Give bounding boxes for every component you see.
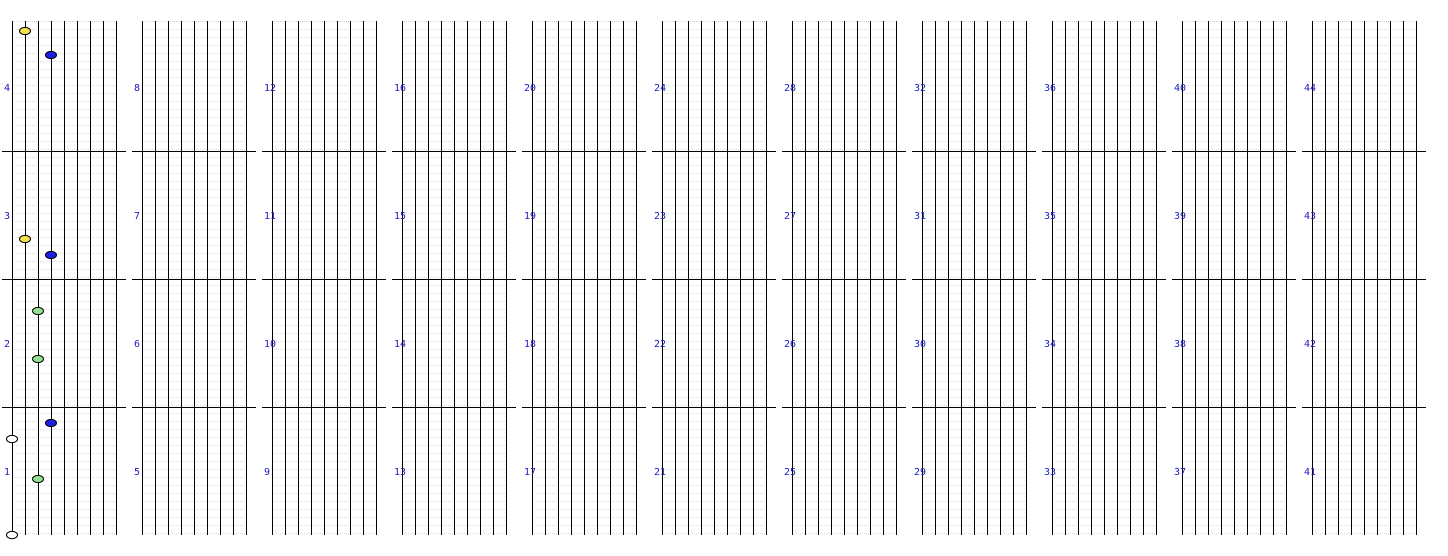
measure-number: 22 <box>654 339 666 350</box>
measure-number: 27 <box>784 211 796 222</box>
measure-number: 35 <box>1044 211 1056 222</box>
measure-number: 11 <box>264 211 276 222</box>
note <box>19 234 31 244</box>
measure-number: 19 <box>524 211 536 222</box>
measure-number: 37 <box>1174 467 1186 478</box>
chart-column: 9 10 11 12 <box>262 21 386 535</box>
measure-number: 18 <box>524 339 536 350</box>
measure-number: 16 <box>394 83 406 94</box>
measure-number: 4 <box>4 83 10 94</box>
measure-number: 40 <box>1174 83 1186 94</box>
measure-number: 26 <box>784 339 796 350</box>
measure-number: 15 <box>394 211 406 222</box>
note <box>45 250 57 260</box>
measure-number: 5 <box>134 467 140 478</box>
measure-number: 43 <box>1304 211 1316 222</box>
measure-number: 20 <box>524 83 536 94</box>
chart-column: 1 2 3 4 <box>2 21 126 535</box>
measure-number: 3 <box>4 211 10 222</box>
measure-number: 38 <box>1174 339 1186 350</box>
measure-number: 34 <box>1044 339 1056 350</box>
note <box>6 434 18 444</box>
note-chart: 1234567891011121314151617181920212223242… <box>2 21 1426 540</box>
measure-number: 41 <box>1304 467 1316 478</box>
measure-number: 28 <box>784 83 796 94</box>
chart-column: 29 30 31 32 <box>912 21 1036 535</box>
measure-number: 25 <box>784 467 796 478</box>
measure-number: 31 <box>914 211 926 222</box>
chart-column: 41 42 43 44 <box>1302 21 1426 535</box>
measure-number: 24 <box>654 83 666 94</box>
note <box>32 354 44 364</box>
measure-number: 30 <box>914 339 926 350</box>
measure-number: 6 <box>134 339 140 350</box>
note <box>32 474 44 484</box>
measure-number: 32 <box>914 83 926 94</box>
measure-number: 29 <box>914 467 926 478</box>
measure-number: 33 <box>1044 467 1056 478</box>
measure-number: 10 <box>264 339 276 350</box>
measure-number: 12 <box>264 83 276 94</box>
measure-number: 17 <box>524 467 536 478</box>
chart-column: 37 38 39 40 <box>1172 21 1296 535</box>
measure-number: 7 <box>134 211 140 222</box>
measure-number: 1 <box>4 467 10 478</box>
measure-number: 13 <box>394 467 406 478</box>
measure-number: 23 <box>654 211 666 222</box>
measure-number: 42 <box>1304 339 1316 350</box>
note <box>32 306 44 316</box>
measure-number: 14 <box>394 339 406 350</box>
measure-number: 8 <box>134 83 140 94</box>
note <box>19 26 31 36</box>
measure-number: 2 <box>4 339 10 350</box>
measure-number: 9 <box>264 467 270 478</box>
measure-number: 21 <box>654 467 666 478</box>
measure-number: 44 <box>1304 83 1316 94</box>
note <box>45 50 57 60</box>
chart-column: 25 26 27 28 <box>782 21 906 535</box>
note <box>45 418 57 428</box>
chart-column: 33 34 35 36 <box>1042 21 1166 535</box>
measure-number: 39 <box>1174 211 1186 222</box>
measure-number: 36 <box>1044 83 1056 94</box>
note <box>6 530 18 540</box>
chart-column: 17 18 19 20 <box>522 21 646 535</box>
chart-column: 5 6 7 8 <box>132 21 256 535</box>
chart-column: 21 22 23 24 <box>652 21 776 535</box>
chart-column: 13 14 15 16 <box>392 21 516 535</box>
